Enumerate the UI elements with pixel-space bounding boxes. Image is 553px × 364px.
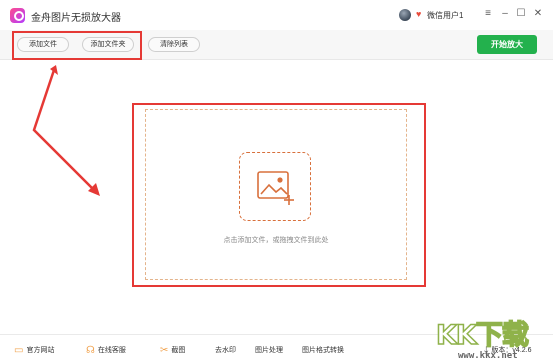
start-upscale-button[interactable]: 开始放大 bbox=[477, 35, 537, 54]
scissors-icon: ✂ bbox=[160, 345, 169, 356]
monitor-icon: ▭ bbox=[14, 345, 24, 356]
minimize-icon[interactable]: – bbox=[499, 8, 511, 20]
add-image-icon bbox=[257, 171, 294, 205]
watermark-url: www.kkx.net bbox=[458, 351, 518, 361]
clear-list-button[interactable]: 清除列表 bbox=[148, 37, 200, 52]
screenshot-link[interactable]: ✂ 截图 bbox=[160, 344, 185, 358]
app-logo-icon bbox=[10, 8, 25, 23]
online-service-link[interactable]: ☊ 在线客服 bbox=[86, 344, 126, 358]
annotation-highlight-toolbar bbox=[12, 31, 142, 60]
site-watermark: KK下载 www.kkx.net bbox=[435, 313, 553, 364]
title-bar: 金舟图片无损放大器 ♥ 微信用户1 ≡ – ☐ ✕ bbox=[0, 0, 553, 30]
app-title: 金舟图片无损放大器 bbox=[31, 13, 121, 24]
avatar[interactable] bbox=[399, 9, 411, 21]
user-name[interactable]: 微信用户1 bbox=[427, 10, 463, 21]
image-processing-link[interactable]: 图片处理 bbox=[255, 344, 283, 358]
annotation-arrow bbox=[32, 65, 100, 196]
menu-icon[interactable]: ≡ bbox=[482, 8, 494, 20]
image-format-convert-link[interactable]: 图片格式转换 bbox=[302, 344, 344, 358]
headset-icon: ☊ bbox=[86, 345, 95, 356]
maximize-icon[interactable]: ☐ bbox=[515, 8, 527, 20]
remove-watermark-link[interactable]: 去水印 bbox=[215, 344, 236, 358]
close-icon[interactable]: ✕ bbox=[532, 8, 544, 20]
watermark-text: KK下载 bbox=[435, 319, 529, 352]
vip-diamond-icon: ♥ bbox=[416, 9, 422, 19]
drop-hint-text: 点击添加文件，或拖拽文件到此处 bbox=[223, 237, 329, 244]
official-website-link[interactable]: ▭ 官方网站 bbox=[14, 344, 54, 358]
